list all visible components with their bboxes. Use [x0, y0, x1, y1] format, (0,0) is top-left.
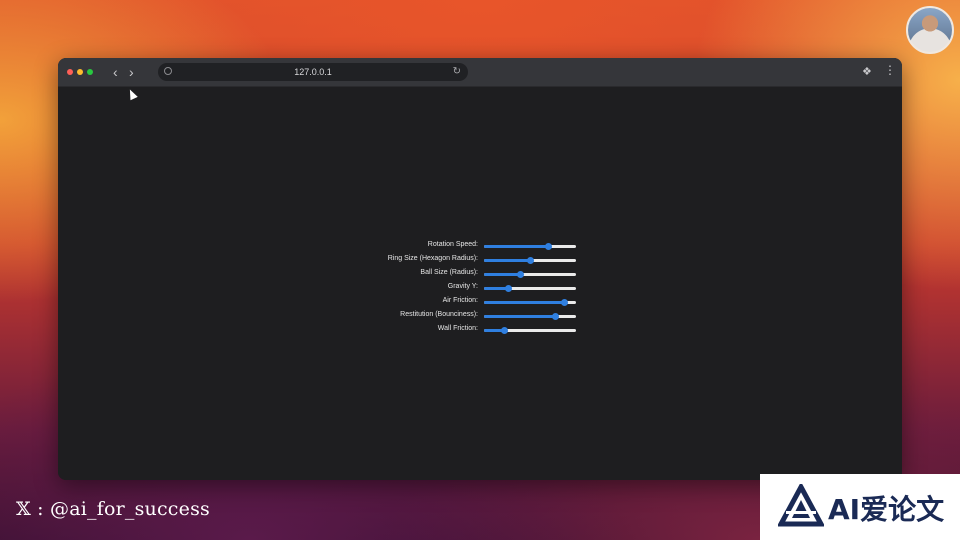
address-bar[interactable]: 127.0.0.1 ↻ [158, 63, 468, 81]
range-slider[interactable] [484, 271, 576, 278]
site-info-icon[interactable] [164, 67, 172, 75]
puzzle-icon[interactable]: ❖ [862, 65, 872, 78]
range-slider[interactable] [484, 327, 576, 334]
brand-badge: AI爱论文 [760, 474, 960, 540]
range-slider[interactable] [484, 299, 576, 306]
control-row: Restitution (Bounciness): [378, 309, 618, 323]
brand-logo-icon [778, 484, 824, 527]
range-slider[interactable] [484, 257, 576, 264]
slider-fill [484, 245, 549, 248]
slider-thumb[interactable] [560, 299, 568, 306]
control-label: Wall Friction: [437, 325, 478, 332]
range-slider[interactable] [484, 313, 576, 320]
brand-name: AI爱论文 [828, 493, 945, 526]
range-slider[interactable] [484, 285, 576, 292]
slider-fill [484, 273, 521, 276]
watermark-text: 𝕏 : @ai_for_success [16, 498, 210, 520]
slider-fill [484, 315, 556, 318]
close-window-button[interactable] [67, 69, 73, 75]
browser-toolbar: ‹ › 127.0.0.1 ↻ ❖ ⋮ [58, 58, 902, 87]
slider-fill [484, 301, 565, 304]
control-label: Gravity Y: [447, 283, 478, 290]
chevron-left-icon[interactable]: ‹ [113, 64, 118, 80]
url-text: 127.0.0.1 [294, 67, 332, 77]
slider-thumb[interactable] [505, 285, 513, 292]
browser-window: ‹ › 127.0.0.1 ↻ ❖ ⋮ Rotation Speed: Ring … [58, 58, 902, 480]
simulation-controls: Rotation Speed: Ring Size (Hexagon Radius… [378, 239, 618, 337]
mouse-cursor-icon [126, 87, 138, 101]
slider-thumb[interactable] [500, 327, 508, 334]
control-label: Air Friction: [442, 297, 478, 304]
kebab-menu-icon[interactable]: ⋮ [884, 63, 896, 77]
slider-thumb[interactable] [544, 243, 552, 250]
slider-thumb[interactable] [517, 271, 525, 278]
maximize-window-button[interactable] [87, 69, 93, 75]
control-row: Rotation Speed: [378, 239, 618, 253]
slider-thumb[interactable] [526, 257, 534, 264]
reload-icon[interactable]: ↻ [453, 63, 461, 81]
control-row: Ring Size (Hexagon Radius): [378, 253, 618, 267]
control-label: Ball Size (Radius): [420, 269, 478, 276]
control-row: Air Friction: [378, 295, 618, 309]
chevron-right-icon[interactable]: › [129, 64, 134, 80]
presenter-avatar [906, 6, 954, 54]
control-row: Gravity Y: [378, 281, 618, 295]
slider-fill [484, 259, 530, 262]
control-label: Ring Size (Hexagon Radius): [387, 255, 478, 262]
control-label: Rotation Speed: [427, 241, 478, 248]
minimize-window-button[interactable] [77, 69, 83, 75]
control-row: Wall Friction: [378, 323, 618, 337]
range-slider[interactable] [484, 243, 576, 250]
slider-thumb[interactable] [552, 313, 560, 320]
control-row: Ball Size (Radius): [378, 267, 618, 281]
control-label: Restitution (Bounciness): [400, 311, 478, 318]
page-content: Rotation Speed: Ring Size (Hexagon Radius… [58, 87, 902, 480]
